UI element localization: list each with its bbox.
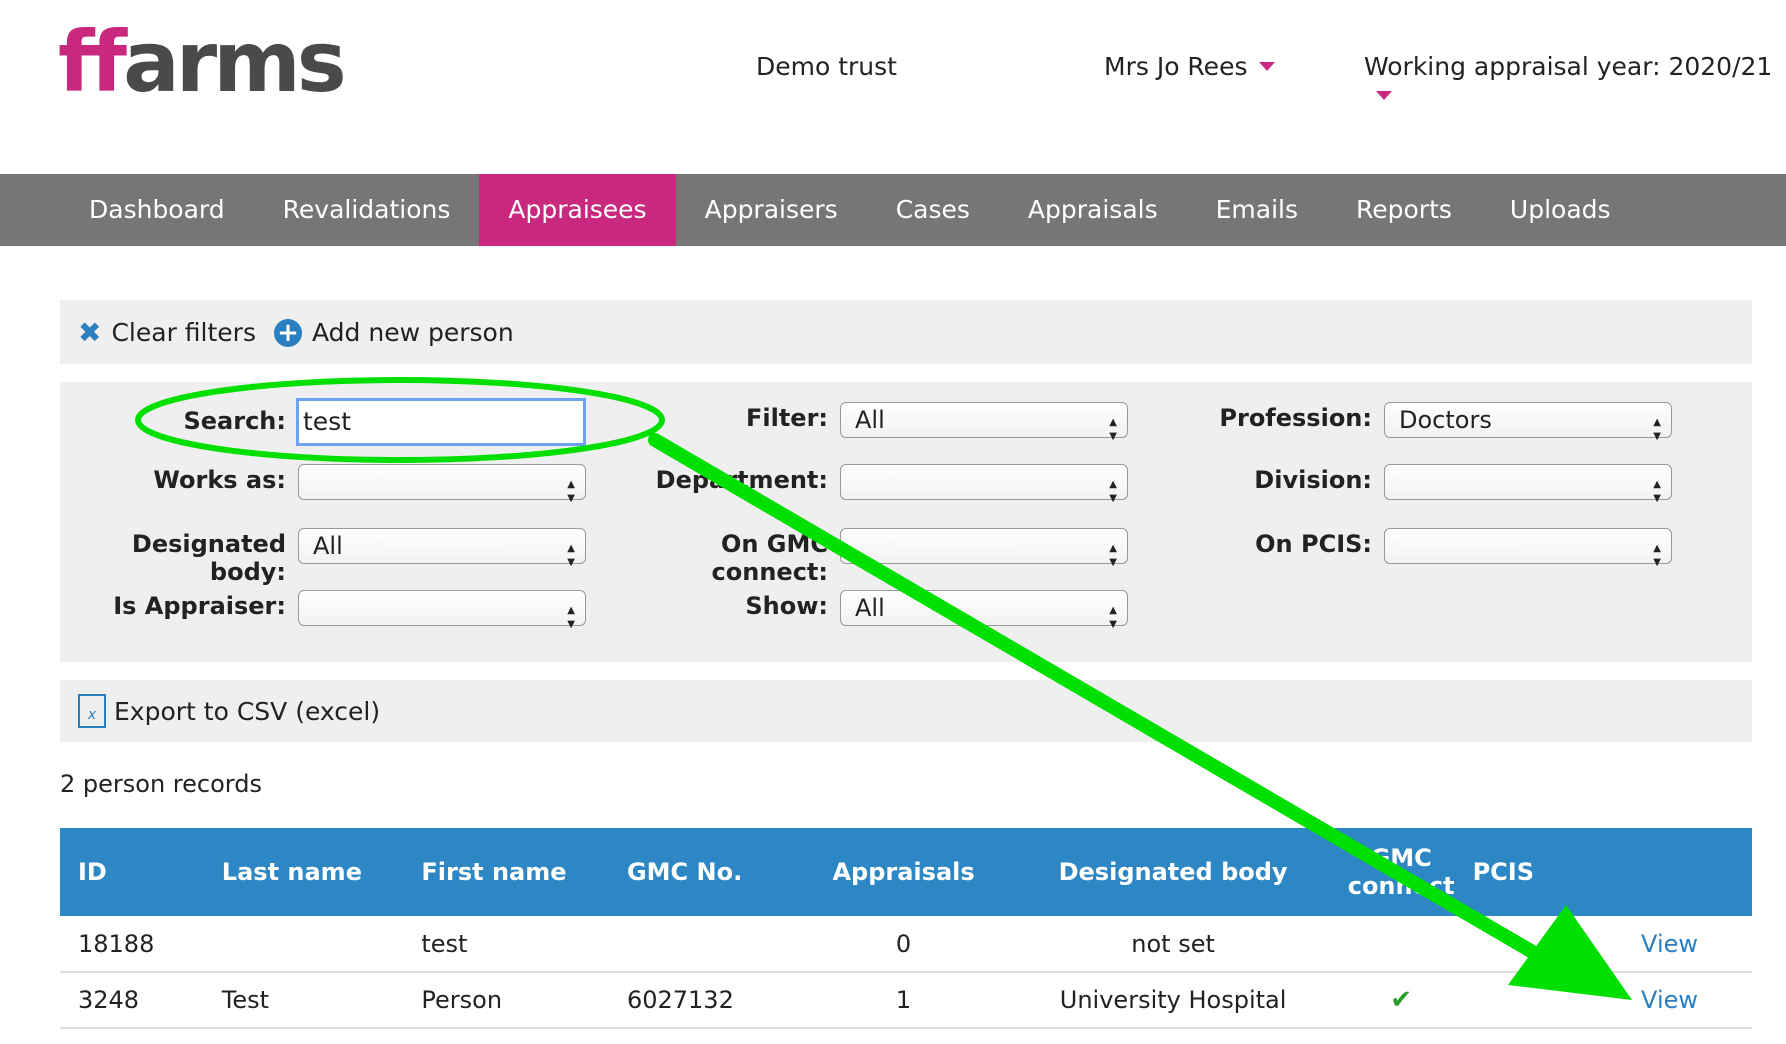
filter-select[interactable]: All: [840, 402, 1128, 454]
appraisal-year-menu[interactable]: Working appraisal year: 2020/21: [1364, 52, 1786, 110]
col-pcis[interactable]: PCIS: [1454, 828, 1752, 916]
filter-label: Filter:: [745, 404, 828, 432]
plus-circle-icon: +: [274, 318, 302, 347]
nav-cases[interactable]: Cases: [867, 174, 999, 246]
check-icon: ✔: [1390, 985, 1413, 1015]
add-new-person-button[interactable]: + Add new person: [274, 318, 514, 347]
cell-first-name: test: [403, 916, 609, 973]
cell-actions: View: [1454, 972, 1752, 1029]
action-bar: ✖ Clear filters + Add new person: [60, 300, 1752, 364]
view-link[interactable]: View: [1641, 930, 1698, 958]
pcis-label: On PCIS:: [1255, 530, 1372, 558]
cell-first-name: Person: [403, 972, 609, 1029]
cell-id: 18188: [60, 916, 204, 973]
export-csv-label: Export to CSV (excel): [114, 696, 381, 726]
cell-last-name: Test: [203, 972, 404, 1029]
gmc-connect-label: On GMC connect:: [711, 530, 828, 586]
clear-filters-button[interactable]: ✖ Clear filters: [78, 318, 256, 347]
nav-appraisees[interactable]: Appraisees: [479, 174, 676, 246]
nav-revalidations[interactable]: Revalidations: [254, 174, 480, 246]
cell-designated-body: University Hospital: [998, 972, 1348, 1029]
pcis-select[interactable]: [1384, 528, 1672, 580]
gmc-connect-select[interactable]: [840, 528, 1128, 580]
chevron-down-icon: [1259, 61, 1276, 71]
cell-designated-body: not set: [998, 916, 1348, 973]
is-appraiser-label: Is Appraiser:: [113, 592, 286, 620]
cell-appraisals: 1: [808, 972, 999, 1029]
cell-actions: View: [1454, 916, 1752, 973]
table-row: 3248 Test Person 6027132 1 University Ho…: [60, 972, 1752, 1029]
nav-dashboard[interactable]: Dashboard: [0, 174, 254, 246]
table-header-row: ID Last name First name GMC No. Appraisa…: [60, 828, 1752, 916]
user-name: Mrs Jo Rees: [1104, 52, 1248, 81]
person-table: ID Last name First name GMC No. Appraisa…: [60, 828, 1752, 1029]
export-bar: x Export to CSV (excel): [60, 680, 1752, 742]
is-appraiser-select[interactable]: [298, 590, 586, 642]
close-icon: ✖: [78, 315, 102, 349]
profession-select[interactable]: Doctors: [1384, 402, 1672, 454]
col-first-name[interactable]: First name: [403, 828, 609, 916]
cell-gmc-connect: ✔: [1347, 972, 1455, 1029]
cell-gmc-no: 6027132: [608, 972, 809, 1029]
appraisal-year-label: Working appraisal year: 2020/21: [1364, 52, 1773, 81]
add-new-person-label: Add new person: [312, 318, 514, 347]
export-csv-button[interactable]: x Export to CSV (excel): [78, 694, 380, 728]
nav-reports[interactable]: Reports: [1327, 174, 1481, 246]
show-select[interactable]: All: [840, 590, 1128, 642]
designated-body-select[interactable]: All: [298, 528, 586, 580]
designated-body-label: Designated body:: [131, 530, 286, 586]
col-designated-body[interactable]: Designated body: [998, 828, 1348, 916]
clear-filters-label: Clear filters: [111, 318, 256, 347]
main-nav: Dashboard Revalidations Appraisees Appra…: [0, 174, 1786, 246]
search-input[interactable]: test: [296, 398, 586, 446]
excel-file-icon: x: [78, 694, 106, 728]
ffarms-logo[interactable]: ffarms: [58, 20, 347, 104]
profession-label: Profession:: [1219, 404, 1372, 432]
works-as-label: Works as:: [153, 466, 286, 494]
nav-appraisals[interactable]: Appraisals: [999, 174, 1187, 246]
nav-uploads[interactable]: Uploads: [1481, 174, 1640, 246]
filter-panel: Search: test Filter: All Profession: Doc…: [60, 382, 1752, 662]
division-label: Division:: [1254, 466, 1372, 494]
cell-last-name: [203, 916, 404, 973]
search-label: Search:: [183, 407, 286, 435]
col-appraisals[interactable]: Appraisals: [808, 828, 999, 916]
table-row: 18188 test 0 not set View: [60, 916, 1752, 973]
col-id[interactable]: ID: [60, 828, 204, 916]
nav-appraisers[interactable]: Appraisers: [676, 174, 867, 246]
cell-appraisals: 0: [808, 916, 999, 973]
user-menu[interactable]: Mrs Jo Rees: [1104, 52, 1276, 81]
view-link[interactable]: View: [1641, 986, 1698, 1014]
cell-gmc-no: [608, 916, 809, 973]
department-select[interactable]: [840, 464, 1128, 516]
organisation-name: Demo trust: [756, 52, 897, 81]
nav-emails[interactable]: Emails: [1187, 174, 1327, 246]
cell-gmc-connect: [1347, 916, 1455, 973]
works-as-select[interactable]: [298, 464, 586, 516]
department-label: Department:: [655, 466, 828, 494]
cell-id: 3248: [60, 972, 204, 1029]
col-gmc-no[interactable]: GMC No.: [608, 828, 809, 916]
record-count: 2 person records: [60, 770, 262, 798]
show-label: Show:: [745, 592, 828, 620]
division-select[interactable]: [1384, 464, 1672, 516]
chevron-down-icon: [1376, 90, 1392, 100]
col-last-name[interactable]: Last name: [203, 828, 404, 916]
col-gmc-connect[interactable]: GMC connect: [1347, 828, 1455, 916]
